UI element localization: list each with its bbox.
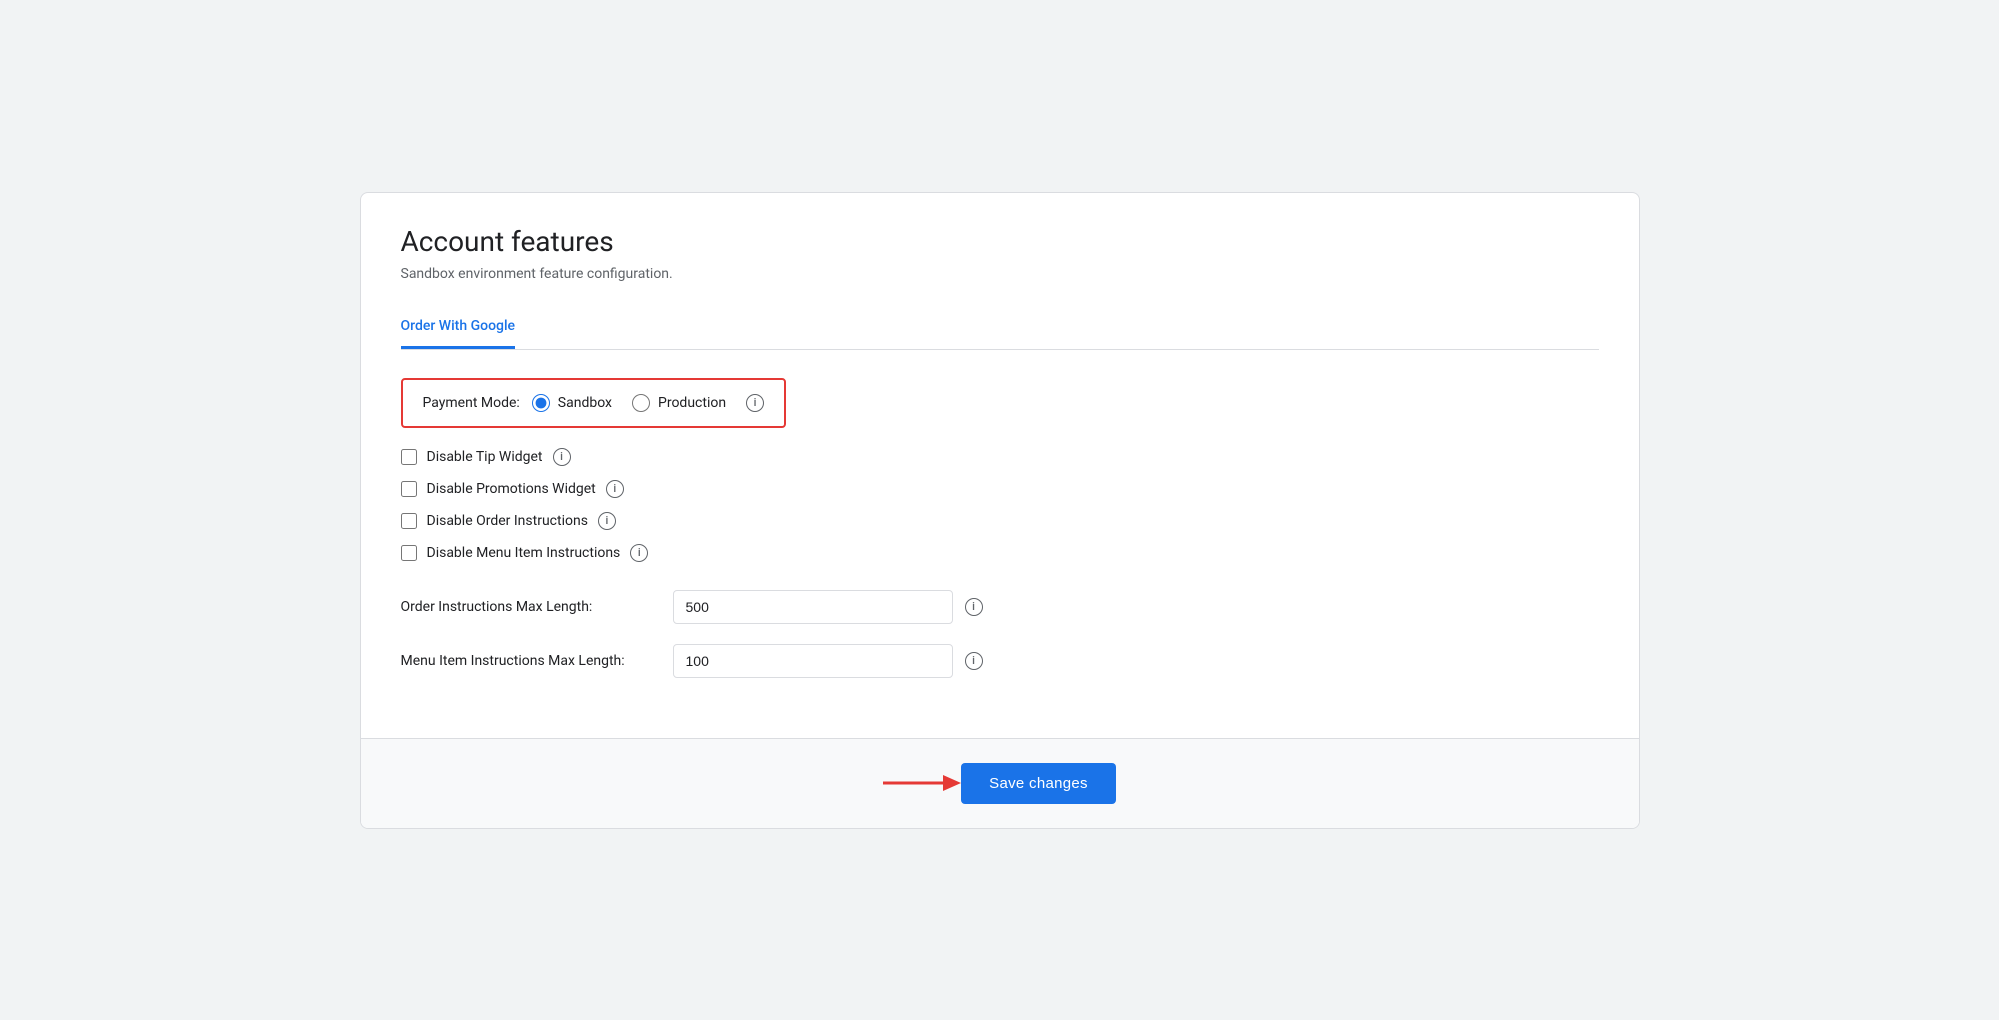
checkbox-disable-menu-instructions[interactable] [401,545,417,561]
menu-instructions-label: Menu Item Instructions Max Length: [401,653,661,669]
page-title: Account features [401,225,1599,258]
disable-menu-instructions-info-icon[interactable]: i [630,544,648,562]
radio-sandbox[interactable]: Sandbox [532,394,612,412]
checkbox-item-order-instructions: Disable Order Instructions i [401,512,1599,530]
checkbox-label-tip: Disable Tip Widget [427,449,543,465]
radio-production[interactable]: Production [632,394,726,412]
checkbox-item-promotions: Disable Promotions Widget i [401,480,1599,498]
checkbox-list: Disable Tip Widget i Disable Promotions … [401,448,1599,562]
menu-instructions-info-icon[interactable]: i [965,652,983,670]
order-instructions-label: Order Instructions Max Length: [401,599,661,615]
checkbox-item-menu-instructions: Disable Menu Item Instructions i [401,544,1599,562]
menu-instructions-row: Menu Item Instructions Max Length: i [401,644,1599,678]
checkbox-label-menu-instructions: Disable Menu Item Instructions [427,545,621,561]
checkbox-label-promotions: Disable Promotions Widget [427,481,596,497]
footer-center: Save changes [883,763,1116,804]
checkbox-disable-tip[interactable] [401,449,417,465]
tabs-bar: Order With Google [401,306,1599,350]
checkbox-item-tip: Disable Tip Widget i [401,448,1599,466]
checkbox-disable-promotions[interactable] [401,481,417,497]
radio-production-label: Production [658,395,726,411]
arrow-icon [883,771,963,795]
main-card: Account features Sandbox environment fea… [360,192,1640,829]
order-instructions-row: Order Instructions Max Length: i [401,590,1599,624]
disable-order-instructions-info-icon[interactable]: i [598,512,616,530]
tab-order-with-google[interactable]: Order With Google [401,306,516,349]
card-body: Payment Mode: Sandbox Production i [361,350,1639,738]
order-instructions-input[interactable] [673,590,953,624]
page-subtitle: Sandbox environment feature configuratio… [401,266,1599,282]
payment-mode-label: Payment Mode: [423,395,520,411]
order-instructions-info-icon[interactable]: i [965,598,983,616]
disable-tip-info-icon[interactable]: i [553,448,571,466]
radio-group: Sandbox Production i [532,394,764,412]
payment-mode-section: Payment Mode: Sandbox Production i [401,378,787,428]
menu-instructions-input[interactable] [673,644,953,678]
radio-sandbox-label: Sandbox [558,395,612,411]
card-footer: Save changes [361,738,1639,828]
payment-mode-info-icon[interactable]: i [746,394,764,412]
radio-production-input[interactable] [632,394,650,412]
radio-sandbox-input[interactable] [532,394,550,412]
card-header: Account features Sandbox environment fea… [361,193,1639,350]
checkbox-label-order-instructions: Disable Order Instructions [427,513,588,529]
disable-promotions-info-icon[interactable]: i [606,480,624,498]
page-wrapper: Account features Sandbox environment fea… [360,192,1640,829]
checkbox-disable-order-instructions[interactable] [401,513,417,529]
save-changes-button[interactable]: Save changes [961,763,1116,804]
